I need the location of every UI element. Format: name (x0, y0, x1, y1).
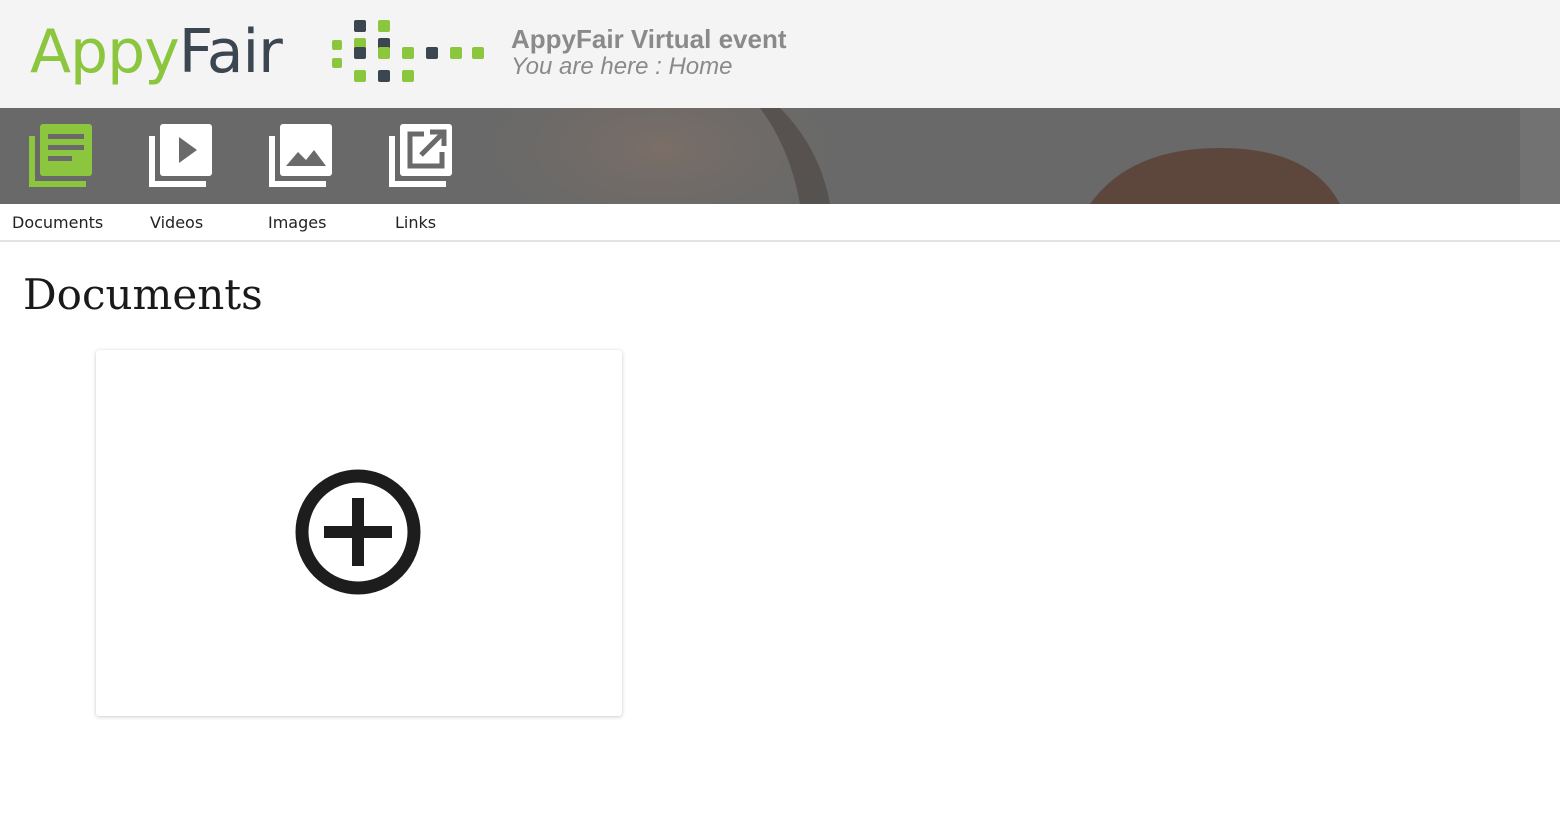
banner-background-image (0, 108, 1560, 204)
tab-images[interactable]: Images (268, 213, 326, 232)
event-title: AppyFair Virtual event (511, 24, 787, 54)
videos-icon[interactable] (148, 122, 214, 188)
header: AppyFair AppyFair Virtual event You are … (0, 0, 1560, 108)
event-info: AppyFair Virtual event You are here : Ho… (511, 24, 787, 80)
breadcrumb: You are here : Home (511, 53, 733, 80)
tab-banner (0, 108, 1560, 204)
tab-links[interactable]: Links (395, 213, 436, 232)
logo-dots-icon (332, 20, 484, 86)
documents-icon[interactable] (28, 122, 94, 188)
links-icon[interactable] (388, 122, 454, 188)
tab-videos[interactable]: Videos (150, 213, 203, 232)
tab-documents[interactable]: Documents (12, 213, 103, 232)
images-icon[interactable] (268, 122, 334, 188)
add-document-card[interactable] (96, 350, 622, 716)
page-title: Documents (23, 270, 263, 319)
add-circle-icon[interactable] (294, 468, 422, 596)
logo-wordmark: AppyFair (30, 17, 283, 87)
appyfair-logo[interactable]: AppyFair (30, 12, 484, 92)
tab-bar: Documents Videos Images Links (0, 204, 1560, 242)
